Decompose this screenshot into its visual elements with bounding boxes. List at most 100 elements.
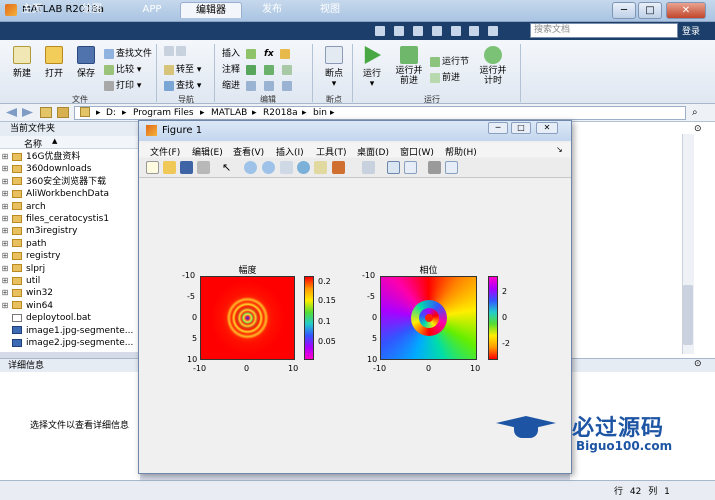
menu-insert[interactable]: 插入(I) [276,145,304,158]
up-folder-icon[interactable] [40,107,52,118]
list-item[interactable]: ⊞ path [0,238,140,250]
advance-button[interactable]: 前进 [430,70,460,83]
search-path-icon[interactable]: ⌕ [692,107,698,118]
tab-apps[interactable]: APP [124,2,180,18]
list-item[interactable]: ⊞ 360安全浏览器下载 [0,176,140,188]
menu-view[interactable]: 查看(V) [233,145,264,158]
figure-close-button[interactable]: ✕ [536,122,558,134]
expand-toggle-icon[interactable]: ⊞ [0,213,10,225]
tab-publish[interactable]: 发布 [244,2,300,18]
brush-icon[interactable] [332,161,345,174]
print-button[interactable]: 打印 ▾ [104,78,141,91]
run-and-advance-button[interactable]: 运行并前进 [392,46,426,86]
breadcrumb-matlab[interactable]: MATLAB [211,108,247,118]
run-and-time-button[interactable]: 运行并计时 [476,46,510,86]
list-item[interactable]: ⊞ util [0,275,140,287]
compare-button[interactable]: 比较 ▾ [104,62,141,75]
zoom-in-icon[interactable] [244,161,257,174]
expand-toggle-icon[interactable]: ⊞ [0,250,10,262]
rotate-3d-icon[interactable] [297,161,310,174]
list-item[interactable]: deploytool.bat [0,312,140,324]
list-item[interactable]: ⊞ arch [0,201,140,213]
help-icon[interactable] [488,26,499,36]
copy-icon[interactable] [412,26,423,36]
menu-window[interactable]: 窗口(W) [400,145,434,158]
pan-icon[interactable] [280,161,293,174]
open-button[interactable]: 打开 [40,46,68,79]
expand-toggle-icon[interactable]: ⊞ [0,287,10,299]
tab-home[interactable]: 主页 [4,2,60,18]
list-item[interactable]: ⊞ 360downloads [0,163,140,175]
save-button[interactable]: 保存 [72,46,100,79]
link-plot-icon[interactable] [362,161,375,174]
new-figure-icon[interactable] [146,161,159,174]
expand-toggle-icon[interactable]: ⊞ [0,238,10,250]
run-button[interactable]: 运行 ▾ [358,46,386,89]
breadcrumb-drive[interactable]: D: [106,108,116,118]
breadcrumb-bin[interactable]: bin [313,108,327,118]
menu-file[interactable]: 文件(F) [150,145,180,158]
run-section-button[interactable]: 运行节 [430,54,469,67]
hide-plot-tools-icon[interactable] [428,161,441,174]
tab-view[interactable]: 视图 [302,2,358,18]
list-item[interactable]: ⊞ 16G优盘资料 [0,151,140,163]
breakpoints-button[interactable]: 断点 ▾ [318,46,350,89]
figure-maximize-button[interactable]: □ [511,122,531,134]
find-button[interactable]: 查找 ▾ [164,78,201,91]
nav-forward-icon[interactable] [176,46,186,56]
insert-button[interactable]: 插入 fx [222,46,292,59]
new-button[interactable]: 新建 [8,46,36,79]
print-figure-icon[interactable] [197,161,210,174]
expand-toggle-icon[interactable]: ⊞ [0,163,10,175]
list-item[interactable]: ⊞ slprj [0,263,140,275]
open-file-icon[interactable] [163,161,176,174]
find-files-button[interactable]: 查找文件 [104,46,152,59]
expand-toggle-icon[interactable]: ⊞ [0,176,10,188]
breadcrumb-program-files[interactable]: Program Files [133,108,194,118]
panel-options-icon[interactable]: ⊙ [694,124,702,134]
tab-plots[interactable]: 绘图 [64,2,120,18]
breadcrumb-r2018a[interactable]: R2018a [263,108,298,118]
data-cursor-icon[interactable] [314,161,327,174]
nav-back-icon[interactable] [164,46,174,56]
scrollbar-thumb[interactable] [683,285,693,345]
undock-icon[interactable]: ↘ [556,145,563,154]
legend-toggle-icon[interactable] [404,161,417,174]
browse-folder-icon[interactable] [57,107,69,118]
expand-toggle-icon[interactable]: ⊞ [0,263,10,275]
list-item[interactable]: image1.jpg-segmente... [0,325,140,337]
expand-toggle-icon[interactable]: ⊞ [0,275,10,287]
show-plot-tools-icon[interactable] [445,161,458,174]
colorbar-toggle-icon[interactable] [387,161,400,174]
redo-icon[interactable] [469,26,480,36]
expand-toggle-icon[interactable]: ⊞ [0,188,10,200]
figure-minimize-button[interactable]: ─ [488,122,508,134]
minimize-button[interactable]: ─ [612,2,636,19]
tab-editor[interactable]: 编辑器 [180,2,242,18]
search-input[interactable]: 搜索文档 [530,23,678,38]
expand-toggle-icon[interactable]: ⊞ [0,300,10,312]
expand-toggle-icon[interactable]: ⊞ [0,225,10,237]
save-icon[interactable] [375,26,385,36]
maximize-button[interactable]: □ [638,2,662,19]
cut-icon[interactable] [393,26,404,36]
indent-button[interactable]: 缩进 [222,78,294,91]
select-arrow-icon[interactable]: ↖ [222,161,235,174]
menu-desktop[interactable]: 桌面(D) [357,145,389,158]
zoom-out-icon[interactable] [262,161,275,174]
expand-toggle-icon[interactable]: ⊞ [0,151,10,163]
save-figure-icon[interactable] [180,161,193,174]
paste-icon[interactable] [431,26,442,36]
list-item[interactable]: ⊞ AliWorkbenchData [0,188,140,200]
list-item[interactable]: ⊞ m3iregistry [0,225,140,237]
menu-edit[interactable]: 编辑(E) [192,145,223,158]
undo-icon[interactable] [450,26,461,36]
name-column-header[interactable]: 名称 ▲ [0,136,140,150]
close-button[interactable]: ✕ [666,2,706,19]
list-item[interactable]: ⊞ win64 [0,300,140,312]
comment-button[interactable]: 注释 [222,62,294,75]
goto-button[interactable]: 转至 ▾ [164,62,201,75]
menu-tools[interactable]: 工具(T) [316,145,347,158]
list-item[interactable]: ⊞ registry [0,250,140,262]
list-item[interactable]: ⊞ win32 [0,287,140,299]
